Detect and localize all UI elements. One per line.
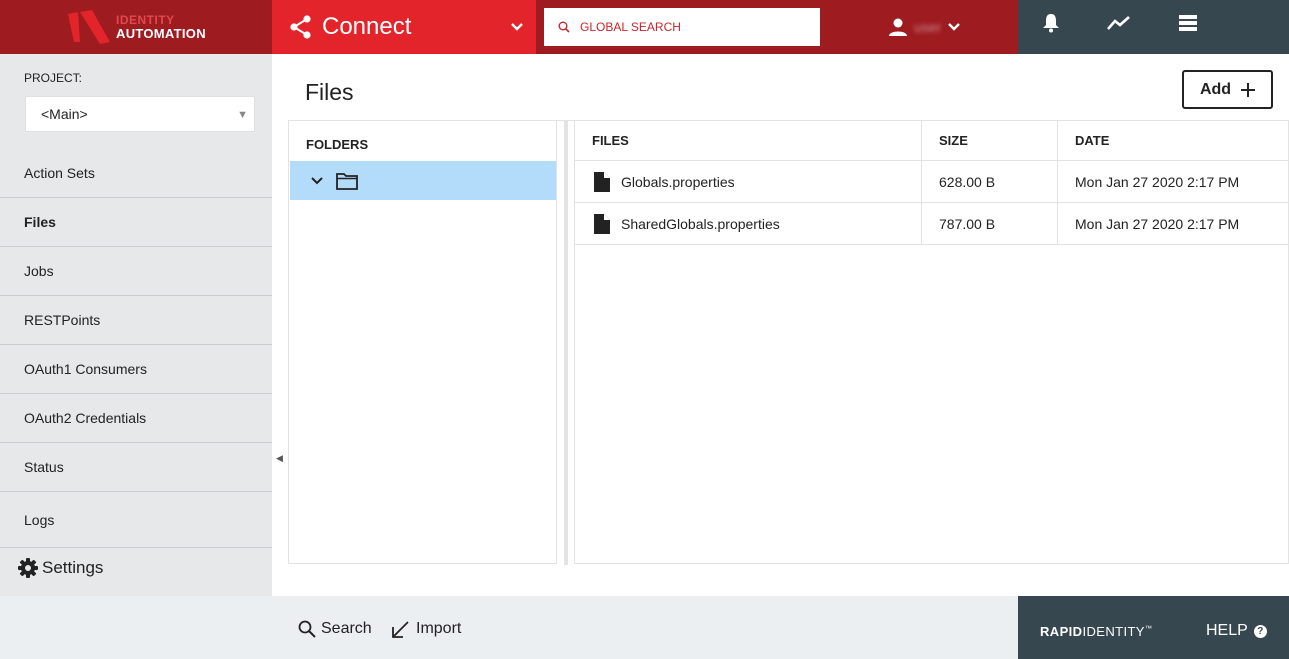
sidebar-item-label: Action Sets: [24, 165, 95, 181]
table-row[interactable]: SharedGlobals.properties 787.00 B Mon Ja…: [575, 203, 1288, 245]
search-button-label: Search: [321, 620, 372, 637]
sidebar-item-label: OAuth2 Credentials: [24, 410, 147, 426]
project-select[interactable]: <Main> ▼: [25, 96, 255, 132]
header-tools: [1018, 0, 1289, 54]
page-title: Files: [305, 79, 354, 105]
brand-bold: RAPID: [1040, 624, 1083, 639]
global-search-input[interactable]: [580, 20, 820, 34]
file-size: 628.00 B: [922, 161, 1058, 202]
project-select-value: <Main>: [41, 106, 88, 122]
settings-button[interactable]: Settings: [18, 558, 103, 578]
list-view-icon[interactable]: [1179, 15, 1197, 31]
file-icon: [594, 171, 610, 192]
chevron-down-icon[interactable]: [310, 176, 324, 186]
main-content: Files Add FOLDERS FILES SIZE DATE Global…: [288, 54, 1289, 596]
collapse-sidebar-icon[interactable]: ◀: [276, 453, 283, 464]
panel-splitter[interactable]: [564, 121, 568, 565]
file-size: 787.00 B: [922, 203, 1058, 244]
search-icon: [298, 620, 316, 638]
dropdown-caret-icon: ▼: [237, 109, 248, 121]
sidebar-item-action-sets[interactable]: Action Sets: [0, 149, 272, 198]
folder-icon: [336, 172, 358, 190]
column-header-files[interactable]: FILES: [575, 121, 922, 160]
help-question-icon: ?: [1253, 624, 1267, 638]
table-header: FILES SIZE DATE: [575, 121, 1288, 161]
module-switcher[interactable]: Connect: [272, 0, 536, 54]
search-button[interactable]: Search: [298, 620, 372, 638]
folder-tree-root[interactable]: [290, 161, 556, 200]
sidebar-item-jobs[interactable]: Jobs: [0, 247, 272, 296]
sidebar-item-logs[interactable]: Logs: [0, 492, 272, 548]
sidebar-item-status[interactable]: Status: [0, 443, 272, 492]
search-area: [536, 0, 820, 54]
file-name: SharedGlobals.properties: [621, 215, 780, 232]
identity-automation-logo[interactable]: IDENTITY AUTOMATION: [0, 0, 272, 54]
logo-mark-icon: [66, 10, 112, 44]
project-label: PROJECT:: [24, 71, 83, 85]
sidebar-item-label: OAuth1 Consumers: [24, 361, 147, 377]
file-date: Mon Jan 27 2020 2:17 PM: [1075, 215, 1240, 232]
module-title: Connect: [322, 13, 412, 40]
sidebar-item-label: RESTPoints: [24, 312, 101, 328]
help-button[interactable]: HELP ?: [1206, 622, 1267, 640]
file-icon: [594, 213, 610, 234]
column-header-date[interactable]: DATE: [1058, 121, 1288, 160]
add-button[interactable]: Add: [1182, 70, 1273, 109]
rapididentity-logo: RAPIDIDENTITY™: [1040, 624, 1152, 639]
brand-tm: ™: [1144, 625, 1153, 633]
chevron-down-icon: [511, 23, 523, 31]
sidebar-item-label: Status: [24, 459, 64, 475]
sidebar-item-label: Jobs: [24, 263, 54, 279]
sidebar-item-restpoints[interactable]: RESTPoints: [0, 296, 272, 345]
import-arrow-icon: [392, 620, 409, 638]
import-button-label: Import: [416, 620, 462, 637]
help-label: HELP: [1206, 622, 1248, 639]
sidebar-item-label: Files: [24, 214, 56, 230]
table-row[interactable]: Globals.properties 628.00 B Mon Jan 27 2…: [575, 161, 1288, 203]
sidebar-item-oauth2-credentials[interactable]: OAuth2 Credentials: [0, 394, 272, 443]
logo-text: IDENTITY AUTOMATION: [116, 14, 206, 41]
settings-label: Settings: [42, 558, 104, 577]
sidebar-item-oauth1-consumers[interactable]: OAuth1 Consumers: [0, 345, 272, 394]
brand-light: IDENTITY: [1082, 624, 1145, 639]
share-icon: [290, 15, 311, 39]
footer-toolbar: Search Import: [0, 596, 1018, 659]
folders-header: FOLDERS: [306, 137, 369, 152]
sidebar: PROJECT: <Main> ▼ Action Sets Files Jobs…: [0, 54, 272, 596]
user-menu[interactable]: user: [888, 0, 961, 54]
global-search[interactable]: [544, 8, 820, 46]
plus-icon: [1241, 82, 1256, 97]
sidebar-item-files[interactable]: Files: [0, 198, 272, 247]
bell-icon[interactable]: [1042, 13, 1060, 33]
file-name-cell: SharedGlobals.properties: [575, 203, 922, 244]
folders-panel: FOLDERS: [288, 121, 557, 564]
files-table: FILES SIZE DATE Globals.properties 628.0…: [574, 121, 1289, 564]
search-icon: [558, 21, 570, 33]
import-button[interactable]: Import: [392, 620, 461, 638]
file-date: Mon Jan 27 2020 2:17 PM: [1075, 173, 1240, 190]
add-button-label: Add: [1199, 80, 1232, 98]
sidebar-item-label: Logs: [24, 511, 55, 528]
footer-brand-bar: RAPIDIDENTITY™ HELP ?: [1018, 596, 1289, 659]
file-name-cell: Globals.properties: [575, 161, 922, 202]
user-icon: [889, 18, 907, 36]
gear-icon: [18, 558, 38, 578]
user-name: user: [914, 19, 942, 35]
activity-trend-icon[interactable]: [1107, 15, 1131, 31]
chevron-down-icon: [948, 23, 961, 31]
logo-line2: AUTOMATION: [116, 26, 206, 41]
column-header-size[interactable]: SIZE: [922, 121, 1058, 160]
file-name: Globals.properties: [621, 173, 735, 190]
